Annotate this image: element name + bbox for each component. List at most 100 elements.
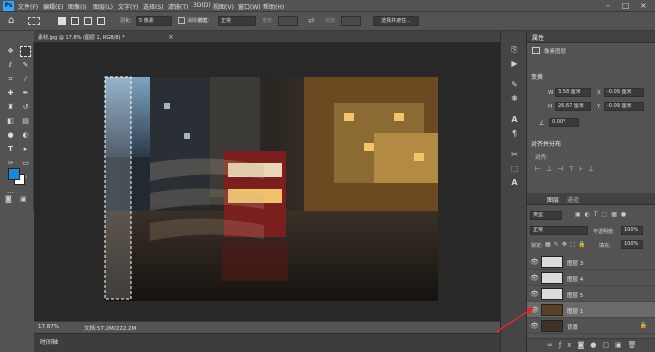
clone-stamp-tool-icon[interactable]: ♜ bbox=[5, 102, 16, 113]
width-label: 宽度: bbox=[262, 18, 274, 24]
select-and-mask-button[interactable]: 选择并遮住... bbox=[373, 16, 419, 26]
properties-subtitle: 像素图层 bbox=[544, 49, 567, 55]
menu-file[interactable]: 文件(F) bbox=[18, 2, 38, 11]
maximize-icon[interactable]: □ bbox=[622, 1, 630, 11]
document-size-info[interactable]: 文档:57.2M/222.2M bbox=[84, 324, 136, 332]
zoom-level[interactable]: 17.87% bbox=[38, 324, 59, 330]
fill-field[interactable]: 100% bbox=[621, 240, 643, 249]
screen-mode-icon[interactable]: ▣ bbox=[20, 195, 27, 203]
menu-select[interactable]: 选择(S) bbox=[143, 2, 164, 11]
style-select[interactable]: 正常 bbox=[218, 16, 256, 26]
transform-section-title[interactable]: 变换 bbox=[531, 72, 543, 81]
opacity-field[interactable]: 100% bbox=[621, 226, 643, 235]
menu-window[interactable]: 窗口(W) bbox=[238, 2, 261, 11]
layer-filter-icons[interactable]: ▣◐T⬚▦● bbox=[575, 211, 630, 218]
opacity-label: 不透明度: bbox=[593, 229, 615, 235]
close-tab-icon[interactable]: × bbox=[168, 33, 174, 41]
height-field[interactable]: 26.67 厘米 bbox=[555, 102, 591, 111]
lock-icons[interactable]: ▦✎✥⬚🔒 bbox=[545, 241, 589, 248]
layer-row-background[interactable]: 👁 背景 🔒 bbox=[527, 318, 655, 334]
visibility-eye-icon[interactable]: 👁 bbox=[530, 274, 539, 282]
minimize-icon[interactable]: – bbox=[606, 1, 610, 11]
menu-type[interactable]: 文字(Y) bbox=[118, 2, 138, 11]
blur-tool-icon[interactable]: ● bbox=[5, 130, 16, 141]
tab-properties[interactable]: 属性 bbox=[532, 33, 544, 42]
eraser-tool-icon[interactable]: ◧ bbox=[5, 116, 16, 127]
new-selection-icon[interactable] bbox=[58, 17, 66, 25]
align-label: 对齐: bbox=[535, 155, 548, 161]
layer-row-3[interactable]: 👁 图层 3 bbox=[527, 254, 655, 270]
move-tool-icon[interactable]: ✥ bbox=[5, 46, 16, 57]
tab-channels[interactable]: 通道 bbox=[567, 195, 579, 204]
layer-row-4[interactable]: 👁 图层 4 bbox=[527, 270, 655, 286]
feather-input[interactable]: 5 像素 bbox=[136, 16, 172, 26]
align-buttons-icon[interactable]: ⊢⊥⊣⊤⊦⊥ bbox=[535, 165, 599, 173]
healing-brush-tool-icon[interactable]: ✚ bbox=[5, 88, 16, 99]
tool-presets-icon[interactable]: ✂ bbox=[509, 149, 520, 160]
width-input[interactable] bbox=[278, 16, 298, 26]
rectangle-tool-icon[interactable]: ▭ bbox=[20, 158, 31, 169]
layer-footer-icons[interactable]: ∞ƒx◙●▢▣🗑 bbox=[547, 341, 642, 349]
brush-tool-icon[interactable]: ✒ bbox=[20, 88, 31, 99]
glyphs-panel-icon[interactable]: ⬚ bbox=[509, 163, 520, 174]
canvas-area[interactable] bbox=[34, 43, 500, 321]
visibility-eye-icon[interactable]: 👁 bbox=[530, 258, 539, 266]
marquee-tool-preset-icon[interactable] bbox=[28, 17, 40, 25]
layer-row-1-selected[interactable]: 👁 图层 1 bbox=[527, 302, 655, 318]
menu-view[interactable]: 视图(V) bbox=[213, 2, 234, 11]
timeline-tab[interactable]: 时间轴 bbox=[40, 337, 58, 346]
layer-thumbnail bbox=[541, 320, 563, 332]
antialias-checkbox[interactable] bbox=[178, 17, 185, 24]
layer-name: 背景 bbox=[567, 325, 579, 331]
gradient-tool-icon[interactable]: ▤ bbox=[20, 116, 31, 127]
subtract-selection-icon[interactable] bbox=[84, 17, 92, 25]
crop-tool-icon[interactable]: ⌗ bbox=[5, 74, 16, 85]
eyedropper-tool-icon[interactable]: ⁄ bbox=[20, 74, 31, 85]
quick-selection-tool-icon[interactable]: ✎ bbox=[20, 60, 31, 71]
swap-icon[interactable]: ⇄ bbox=[308, 16, 315, 25]
height-input[interactable] bbox=[341, 16, 361, 26]
character-panel-icon[interactable]: A bbox=[509, 114, 520, 125]
blend-mode-select[interactable]: 正常 bbox=[530, 226, 588, 235]
add-selection-icon[interactable] bbox=[71, 17, 79, 25]
foreground-color-swatch[interactable] bbox=[8, 168, 20, 180]
menu-layer[interactable]: 图层(L) bbox=[93, 2, 113, 11]
layer-row-5[interactable]: 👁 图层 5 bbox=[527, 286, 655, 302]
selection-marquee[interactable] bbox=[104, 76, 132, 300]
align-section-title[interactable]: 对齐并分布 bbox=[531, 139, 561, 148]
layer-thumbnail bbox=[541, 304, 563, 316]
dodge-tool-icon[interactable]: ◐ bbox=[20, 130, 31, 141]
lasso-tool-icon[interactable]: ℓ bbox=[5, 60, 16, 71]
tab-layers[interactable]: 图层 bbox=[547, 195, 559, 204]
menu-help[interactable]: 帮助(H) bbox=[263, 2, 284, 11]
width-field[interactable]: 3.58 厘米 bbox=[555, 88, 591, 97]
options-bar: ⌂ 羽化: 5 像素 消除锯齿 样式: 正常 宽度: ⇄ 高度: 选择并遮住..… bbox=[0, 12, 655, 31]
layer-name: 图层 1 bbox=[567, 309, 584, 315]
intersect-selection-icon[interactable] bbox=[97, 17, 105, 25]
actions-panel-icon[interactable]: ▶ bbox=[509, 58, 520, 69]
path-selection-tool-icon[interactable]: ▸ bbox=[20, 144, 31, 155]
rectangular-marquee-tool-icon[interactable] bbox=[20, 46, 31, 57]
close-icon[interactable]: × bbox=[640, 1, 647, 11]
menu-filter[interactable]: 滤镜(T) bbox=[168, 2, 188, 11]
home-icon[interactable]: ⌂ bbox=[8, 15, 14, 26]
brushes-panel-icon[interactable]: ❋ bbox=[509, 93, 520, 104]
layer-filter-select[interactable]: 类型 bbox=[530, 211, 562, 220]
history-panel-icon[interactable]: ⎘ bbox=[509, 44, 520, 55]
menu-edit[interactable]: 编辑(E) bbox=[43, 2, 63, 11]
history-brush-tool-icon[interactable]: ↺ bbox=[20, 102, 31, 113]
x-field[interactable]: -0.09 厘米 bbox=[604, 88, 644, 97]
glyph-a-icon[interactable]: A bbox=[509, 177, 520, 188]
pixel-layer-icon bbox=[532, 47, 540, 54]
angle-field[interactable]: 0.00° bbox=[549, 118, 579, 127]
visibility-eye-icon[interactable]: 👁 bbox=[530, 290, 539, 298]
document-tab[interactable]: 素材.jpg @ 17.8% (图层 1, RGB/8) * × bbox=[34, 31, 500, 43]
brush-settings-icon[interactable]: ✎ bbox=[509, 79, 520, 90]
paragraph-panel-icon[interactable]: ¶ bbox=[509, 128, 520, 139]
type-tool-icon[interactable]: T bbox=[5, 144, 16, 155]
y-field[interactable]: -0.09 厘米 bbox=[604, 102, 644, 111]
status-bar: 17.87% 文档:57.2M/222.2M bbox=[34, 321, 500, 332]
quick-mask-icon[interactable]: ◙ bbox=[5, 195, 12, 203]
menu-image[interactable]: 图像(I) bbox=[68, 2, 86, 11]
menu-3d[interactable]: 3D(D) bbox=[193, 2, 211, 9]
